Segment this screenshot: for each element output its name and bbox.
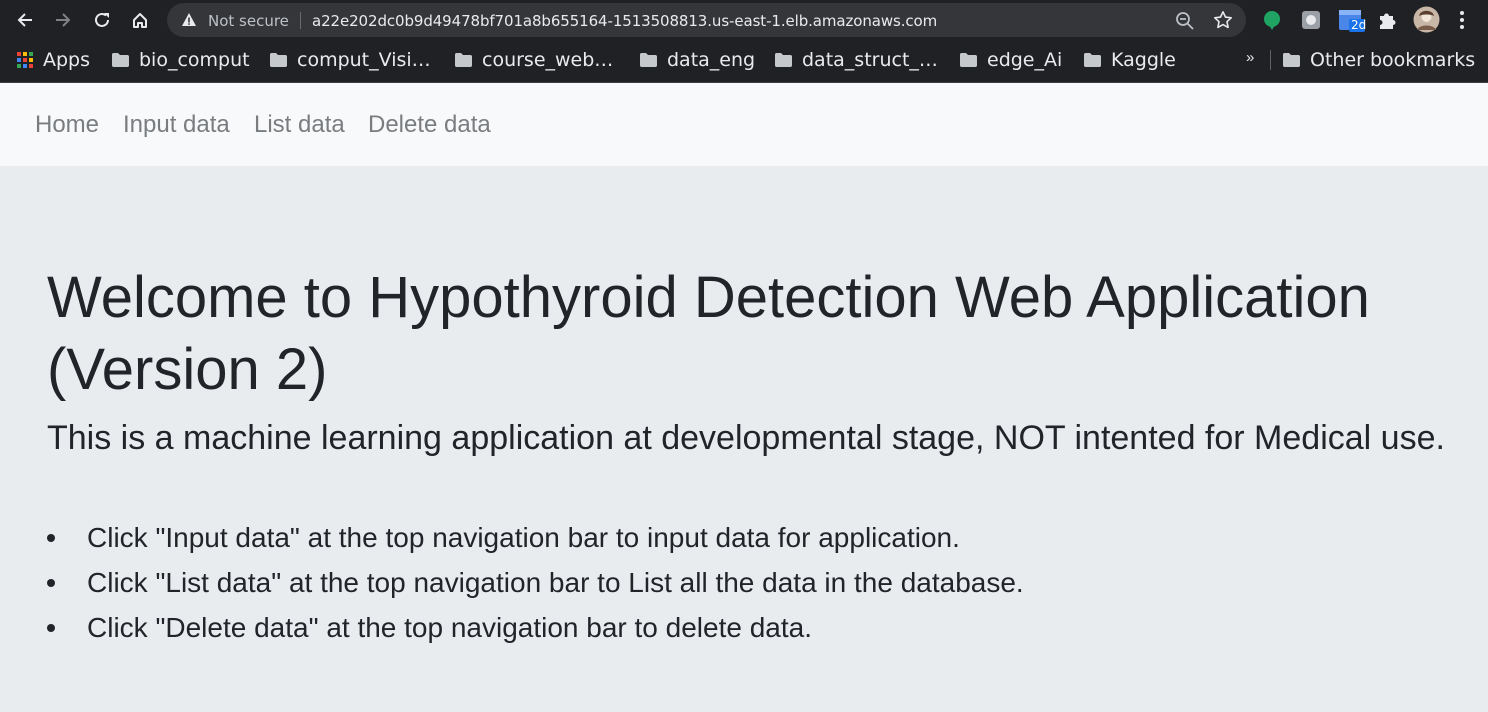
more-menu-icon[interactable] xyxy=(1452,7,1472,33)
nav-link-delete-data[interactable]: Delete data xyxy=(368,111,491,139)
omnibox-divider xyxy=(300,12,301,29)
bookmark-label: bio_comput xyxy=(139,49,250,71)
list-item: Click "Input data" at the top navigation… xyxy=(47,515,1024,560)
bullet-dot xyxy=(47,579,55,587)
bookmark-folder[interactable]: edge_Ai xyxy=(960,47,1062,73)
bullet-dot xyxy=(47,624,55,632)
bookmark-folder[interactable]: bio_comput xyxy=(112,47,250,73)
forward-arrow-icon[interactable] xyxy=(51,8,75,32)
bookmark-apps[interactable]: Apps xyxy=(17,47,90,73)
folder-icon xyxy=(112,53,129,67)
other-bookmarks[interactable]: Other bookmarks xyxy=(1283,47,1475,73)
folder-icon xyxy=(1283,53,1300,67)
site-navbar: Home Input data List data Delete data xyxy=(0,83,1488,166)
reload-icon[interactable] xyxy=(90,8,114,32)
bullet-dot xyxy=(47,534,55,542)
list-item-text: Click "Delete data" at the top navigatio… xyxy=(87,612,813,643)
list-item-text: Click "List data" at the top navigation … xyxy=(87,567,1024,598)
page-title: Welcome to Hypothyroid Detection Web App… xyxy=(47,265,1370,402)
bookmark-folder[interactable]: data_eng xyxy=(640,47,755,73)
puzzle-extensions-icon[interactable] xyxy=(1376,7,1400,33)
bookmark-label: data_struct_… xyxy=(802,49,938,71)
security-label[interactable]: Not secure xyxy=(208,12,289,30)
bookmark-label: course_web… xyxy=(482,49,614,71)
jumbotron: Welcome to Hypothyroid Detection Web App… xyxy=(0,166,1488,712)
green-extension-icon[interactable] xyxy=(1260,7,1284,33)
bookmark-label: comput_Visi… xyxy=(297,49,431,71)
nav-link-input-data[interactable]: Input data xyxy=(123,111,230,139)
nav-link-home[interactable]: Home xyxy=(35,111,99,139)
profile-avatar-icon[interactable] xyxy=(1413,6,1440,33)
bookmark-folder[interactable]: course_web… xyxy=(455,47,613,73)
home-icon[interactable] xyxy=(128,8,152,32)
list-item: Click "Delete data" at the top navigatio… xyxy=(47,605,1024,650)
browser-toolbar: Not secure a22e202dc0b9d49478bf701a8b655… xyxy=(0,0,1488,40)
extension-badge: 2d xyxy=(1351,18,1367,32)
bookmark-label: Apps xyxy=(43,49,91,71)
folder-icon xyxy=(455,53,472,67)
calendar-extension-icon[interactable]: 2d xyxy=(1337,7,1367,33)
bookmarks-bar: Apps bio_comput comput_Visi… course_web…… xyxy=(0,40,1488,83)
list-item: Click "List data" at the top navigation … xyxy=(47,560,1024,605)
warning-icon[interactable] xyxy=(181,12,197,28)
extension-box-icon[interactable] xyxy=(1299,7,1323,33)
bookmark-folder[interactable]: data_struct_… xyxy=(775,47,938,73)
folder-icon xyxy=(1084,53,1101,67)
bookmark-folder[interactable]: comput_Visi… xyxy=(270,47,431,73)
apps-grid-icon xyxy=(17,52,33,68)
bookmark-label: Kaggle xyxy=(1111,49,1176,71)
address-bar[interactable]: Not secure a22e202dc0b9d49478bf701a8b655… xyxy=(167,3,1246,37)
instruction-list: Click "Input data" at the top navigation… xyxy=(47,515,1024,650)
bookmark-star-icon[interactable] xyxy=(1213,10,1233,30)
other-bookmarks-label: Other bookmarks xyxy=(1310,49,1476,71)
bookmark-label: edge_Ai xyxy=(987,49,1063,71)
nav-link-list-data[interactable]: List data xyxy=(254,111,345,139)
bookmark-folder[interactable]: Kaggle xyxy=(1084,47,1176,73)
folder-icon xyxy=(270,53,287,67)
lead-text: This is a machine learning application a… xyxy=(47,419,1445,457)
zoom-out-icon[interactable] xyxy=(1175,11,1195,31)
url-text[interactable]: a22e202dc0b9d49478bf701a8b655164-1513508… xyxy=(312,12,937,30)
bookmark-label: data_eng xyxy=(667,49,756,71)
bookmarks-overflow-chevron-icon[interactable]: » xyxy=(1246,49,1254,66)
folder-icon xyxy=(960,53,977,67)
back-arrow-icon[interactable] xyxy=(13,8,37,32)
list-item-text: Click "Input data" at the top navigation… xyxy=(87,522,960,553)
bookmarks-divider xyxy=(1270,50,1271,70)
folder-icon xyxy=(775,53,792,67)
folder-icon xyxy=(640,53,657,67)
